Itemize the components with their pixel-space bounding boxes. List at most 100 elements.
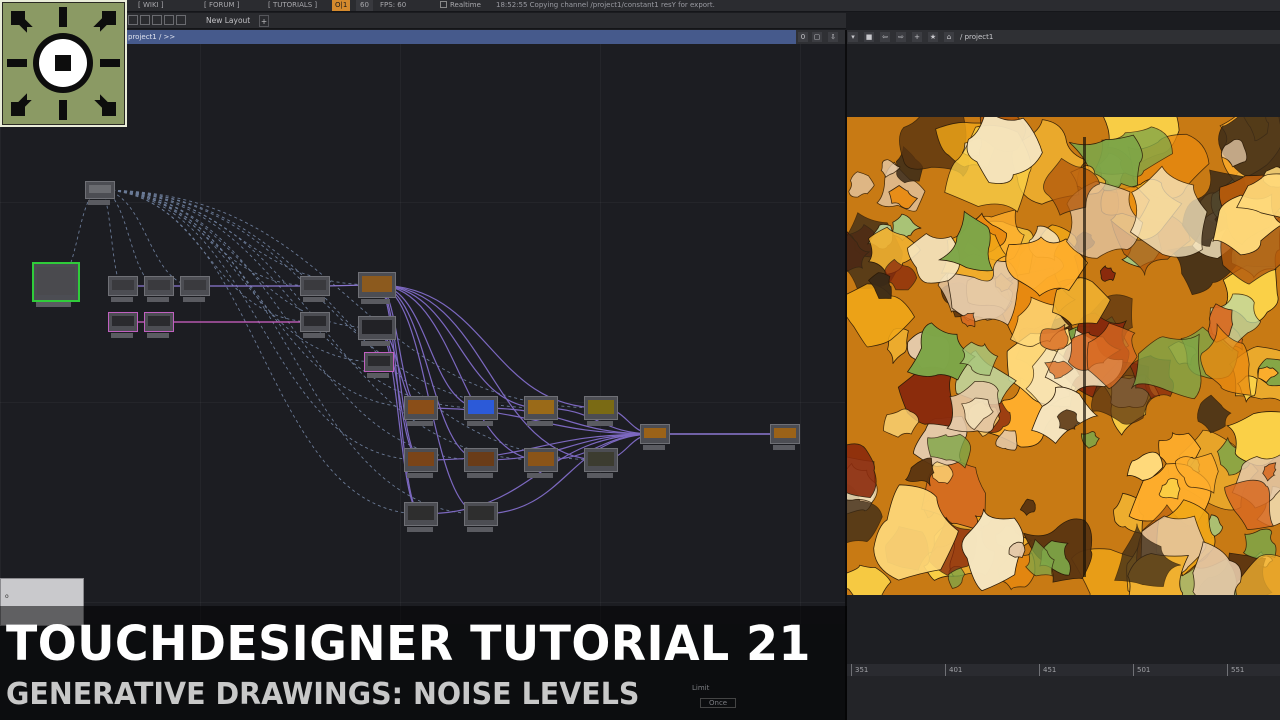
operator-node[interactable] (464, 396, 498, 426)
node-label (407, 473, 433, 478)
forward-arrow-icon[interactable]: ⇨ (896, 32, 906, 42)
forum-link[interactable]: [ FORUM ] (200, 0, 243, 11)
layout-split-icon[interactable] (152, 15, 162, 25)
operator-node[interactable] (108, 312, 138, 338)
realtime-toggle[interactable]: Realtime (436, 0, 485, 11)
fps-target[interactable]: 60 (356, 0, 373, 11)
operator-node[interactable] (358, 272, 396, 304)
performance-badge[interactable]: O|1 (332, 0, 351, 11)
node-label (88, 200, 111, 205)
layout-tab[interactable]: New Layout (206, 13, 250, 29)
node-thumbnail (468, 452, 494, 466)
generative-collage-image (847, 117, 1280, 595)
node-label (183, 297, 206, 302)
viewer-download-icon[interactable]: ⇩ (828, 32, 838, 42)
node-label (361, 299, 390, 304)
operator-node[interactable] (32, 262, 80, 307)
node-thumbnail (89, 185, 111, 193)
operator-node[interactable] (300, 312, 330, 338)
node-label (111, 333, 134, 338)
node-thumbnail (468, 400, 494, 414)
operator-node[interactable] (144, 276, 174, 302)
node-thumbnail (528, 400, 554, 414)
node-wire (376, 284, 542, 461)
viewer-dropdown-icon[interactable]: ▾ (848, 32, 858, 42)
operator-node[interactable] (144, 312, 174, 338)
operator-node[interactable] (584, 448, 618, 478)
operator-node[interactable] (180, 276, 210, 302)
node-label (467, 473, 493, 478)
layout-split-icon[interactable] (164, 15, 174, 25)
operator-node[interactable] (85, 181, 115, 205)
top-menu-bar: [ WIKI ] [ FORUM ] [ TUTORIALS ] O|1 60 … (0, 0, 1280, 12)
timeline-bar[interactable]: 351 401 451 501 551 (847, 664, 1280, 676)
operator-node[interactable] (364, 352, 394, 378)
node-wire (376, 284, 602, 461)
realtime-label: Realtime (450, 1, 481, 9)
viewer-frame-button[interactable]: ▢ (812, 32, 822, 42)
node-label (527, 421, 553, 426)
node-label (367, 373, 390, 378)
operator-node[interactable] (300, 276, 330, 302)
node-label (303, 333, 326, 338)
node-thumbnail (408, 506, 434, 520)
viewer-stop-icon[interactable]: ■ (864, 32, 874, 42)
viewer-path[interactable]: / project1 (960, 30, 993, 44)
realtime-checkbox[interactable] (440, 1, 447, 8)
node-wire (99, 189, 378, 286)
operator-node[interactable] (464, 502, 498, 532)
node-thumbnail (528, 452, 554, 466)
app-window: [ WIKI ] [ FORUM ] [ TUTORIALS ] O|1 60 … (0, 0, 1280, 720)
node-thumbnail (408, 400, 434, 414)
layout-split-icon[interactable] (128, 15, 138, 25)
operator-node[interactable] (404, 448, 438, 478)
node-thumbnail (774, 428, 796, 438)
node-thumbnail (362, 320, 392, 334)
operator-node[interactable] (108, 276, 138, 302)
operator-node[interactable] (770, 424, 800, 450)
node-wire (99, 189, 196, 287)
node-thumbnail (362, 276, 392, 292)
node-thumbnail (468, 506, 494, 520)
node-label (111, 297, 134, 302)
node-thumbnail (304, 316, 326, 326)
home-icon[interactable]: ⌂ (944, 32, 954, 42)
node-label (303, 297, 326, 302)
node-thumbnail (184, 280, 206, 290)
node-thumbnail (112, 280, 134, 290)
once-button[interactable]: Once (700, 698, 737, 708)
node-label (36, 302, 72, 307)
back-arrow-icon[interactable]: ⇦ (880, 32, 890, 42)
operator-node[interactable] (464, 448, 498, 478)
add-layout-button[interactable]: + (259, 15, 269, 27)
network-path[interactable]: project1 / >> (128, 30, 175, 44)
timeline-tick: 551 (1227, 664, 1244, 676)
operator-node[interactable] (640, 424, 670, 450)
node-thumbnail (148, 280, 170, 290)
node-wire (376, 284, 602, 409)
operator-node[interactable] (524, 448, 558, 478)
timeline-tick: 501 (1133, 664, 1150, 676)
operator-node[interactable] (584, 396, 618, 426)
layout-split-icon[interactable] (140, 15, 150, 25)
node-label (407, 421, 433, 426)
node-wire (480, 407, 656, 435)
tutorials-link[interactable]: [ TUTORIALS ] (264, 0, 321, 11)
node-wire (99, 189, 316, 323)
star-icon[interactable]: ★ (928, 32, 938, 42)
touchdesigner-logo (0, 0, 127, 127)
operator-node[interactable] (404, 502, 438, 532)
operator-node[interactable] (404, 396, 438, 426)
status-message: 18:52:55 Copying channel /project1/const… (496, 1, 715, 9)
operator-node[interactable] (524, 396, 558, 426)
plus-icon[interactable]: + (912, 32, 922, 42)
layout-split-icon[interactable] (176, 15, 186, 25)
operator-node[interactable] (358, 316, 396, 346)
viewer-zero-button[interactable]: 0 (798, 32, 808, 42)
node-label (467, 421, 493, 426)
wiki-link[interactable]: [ WIKI ] (134, 0, 168, 11)
output-viewer[interactable] (847, 44, 1280, 664)
network-editor[interactable] (0, 44, 845, 624)
network-path-bar[interactable]: project1 / >> (126, 30, 796, 44)
node-label (147, 297, 170, 302)
